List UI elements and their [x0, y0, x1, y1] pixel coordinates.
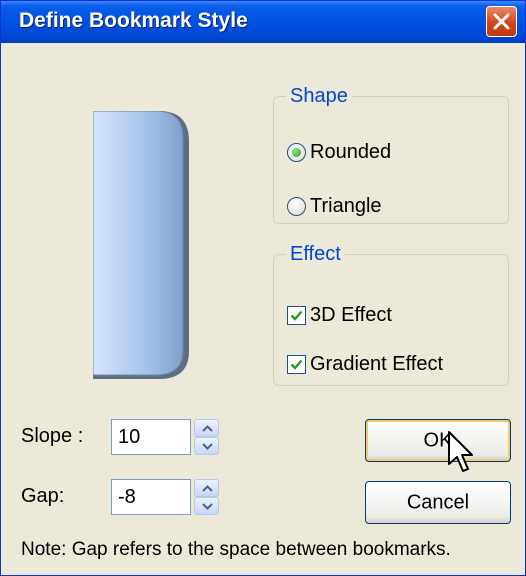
checkbox-3d-effect[interactable]: 3D Effect — [287, 304, 392, 327]
arrow-down-icon — [202, 443, 213, 450]
checkbox-checked[interactable] — [287, 306, 306, 325]
checkbox-gradient-effect[interactable]: Gradient Effect — [287, 353, 443, 376]
close-icon — [493, 13, 510, 30]
gap-note: Note: Gap refers to the space between bo… — [21, 539, 451, 560]
gap-spinner[interactable] — [194, 479, 219, 515]
cancel-button-label: Cancel — [406, 491, 470, 513]
gap-value: -8 — [118, 486, 136, 508]
cancel-button[interactable]: Cancel — [365, 481, 511, 524]
slope-input[interactable]: 10 — [111, 419, 191, 455]
checkbox-checked[interactable] — [287, 355, 306, 374]
bookmark-preview — [93, 111, 189, 379]
ok-button-label: OK — [423, 429, 453, 451]
gap-label: Gap: — [21, 485, 65, 507]
checkmark-icon — [290, 310, 303, 321]
mouse-pointer-icon — [448, 431, 473, 472]
define-bookmark-style-dialog: Define Bookmark Style Shape Rounded Tria… — [0, 0, 526, 576]
radio-triangle-label: Triangle — [310, 195, 382, 217]
title-bar[interactable]: Define Bookmark Style — [1, 1, 525, 43]
gap-spin-down-button[interactable] — [194, 497, 219, 515]
radio-triangle[interactable]: Triangle — [287, 195, 382, 218]
checkmark-icon — [290, 359, 303, 370]
effect-group: Effect 3D Effect Gradient Effect — [273, 243, 509, 386]
arrow-down-icon — [202, 503, 213, 510]
radio-rounded[interactable]: Rounded — [287, 141, 391, 164]
checkbox-3d-effect-label: 3D Effect — [310, 304, 392, 326]
slope-label: Slope : — [21, 425, 84, 447]
arrow-up-icon — [202, 425, 213, 432]
slope-spin-down-button[interactable] — [194, 437, 219, 455]
slope-value: 10 — [118, 426, 141, 448]
radio-button[interactable] — [287, 197, 306, 216]
radio-button-selected[interactable] — [287, 143, 306, 162]
slope-spinner[interactable] — [194, 419, 219, 455]
window-title: Define Bookmark Style — [19, 9, 248, 32]
shape-group: Shape Rounded Triangle — [273, 85, 509, 224]
checkbox-gradient-effect-label: Gradient Effect — [310, 353, 444, 375]
gap-spin-up-button[interactable] — [194, 479, 219, 497]
radio-rounded-label: Rounded — [310, 141, 392, 163]
close-button[interactable] — [486, 6, 517, 37]
effect-group-legend: Effect — [290, 243, 341, 265]
ok-button[interactable]: OK — [365, 419, 511, 462]
gap-input[interactable]: -8 — [111, 479, 191, 515]
slope-spin-up-button[interactable] — [194, 419, 219, 437]
arrow-up-icon — [202, 485, 213, 492]
shape-group-legend: Shape — [290, 85, 348, 107]
